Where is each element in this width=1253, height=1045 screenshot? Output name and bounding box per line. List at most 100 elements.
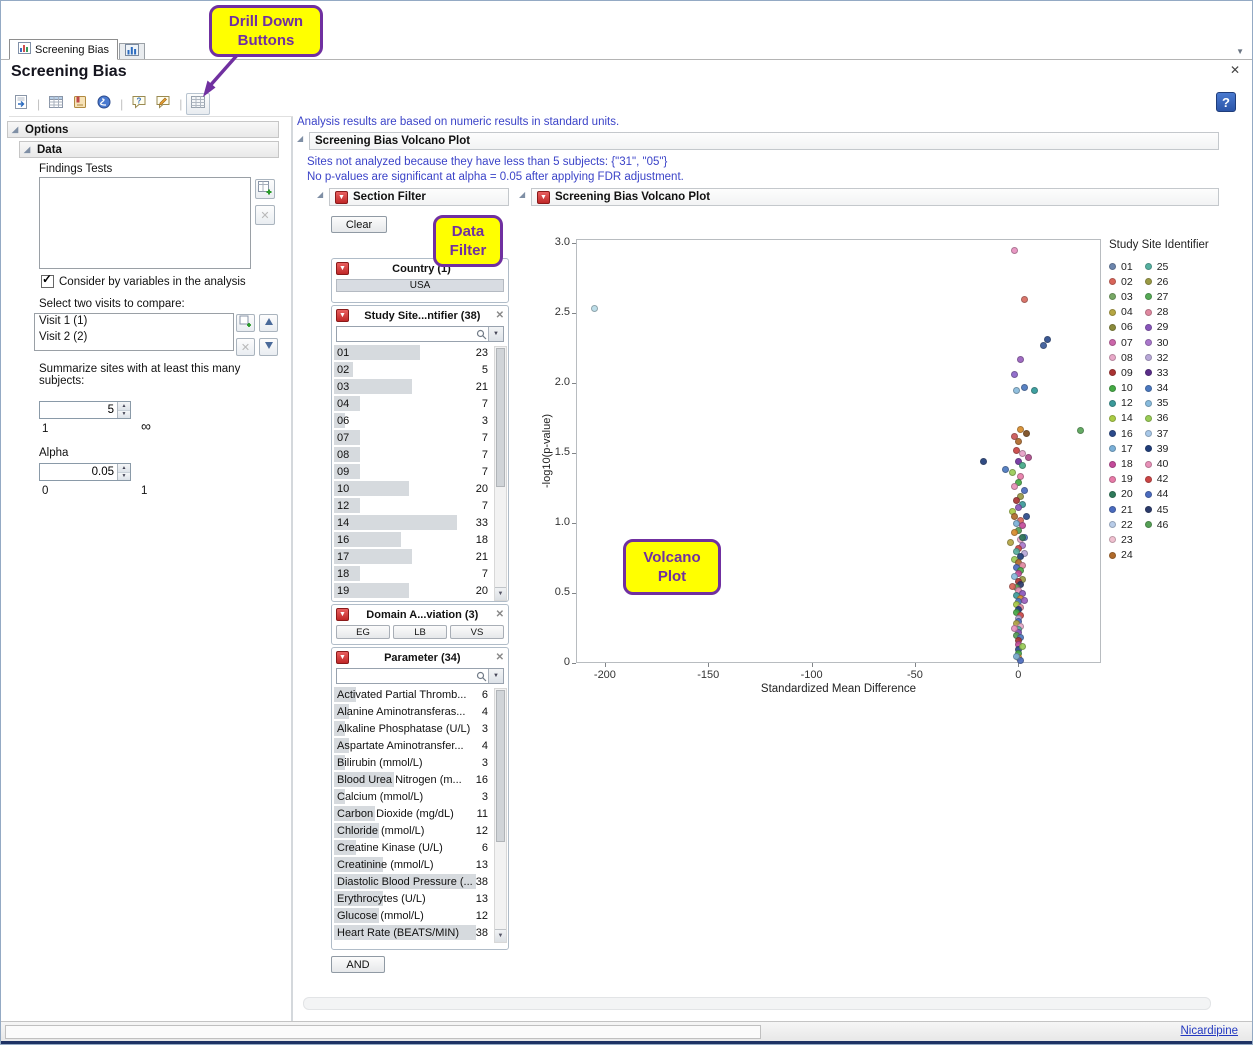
show-notes-button[interactable]: ? (127, 93, 151, 115)
filter-row[interactable]: 187 (333, 565, 507, 582)
legend-item[interactable]: 30 (1145, 335, 1169, 350)
filter-row[interactable]: Activated Partial Thromb...6 (333, 686, 507, 703)
filter-row[interactable]: 097 (333, 463, 507, 480)
filter-row[interactable]: 1721 (333, 548, 507, 565)
filter-row[interactable]: Diastolic Blood Pressure (...38 (333, 873, 507, 890)
disclosure-triangle-icon[interactable]: ◢ (12, 126, 18, 134)
red-triangle-menu-icon[interactable]: ▼ (336, 651, 349, 664)
close-filter-icon[interactable]: ✕ (496, 609, 504, 620)
scatter-point[interactable] (1011, 371, 1018, 378)
red-triangle-menu-icon[interactable]: ▼ (336, 608, 349, 621)
filter-row[interactable]: 0321 (333, 378, 507, 395)
filter-row[interactable]: Blood Urea Nitrogen (m...16 (333, 771, 507, 788)
legend-item[interactable]: 28 (1145, 305, 1169, 320)
filter-row[interactable]: Calcium (mmol/L)3 (333, 788, 507, 805)
legend-item[interactable]: 36 (1145, 411, 1169, 426)
legend-item[interactable]: 08 (1109, 350, 1133, 365)
disclosure-triangle-icon[interactable]: ◢ (297, 135, 303, 143)
legend-item[interactable]: 09 (1109, 365, 1133, 380)
help-button[interactable]: ? (1216, 92, 1236, 112)
filter-row[interactable]: 087 (333, 446, 507, 463)
filter-row[interactable]: 047 (333, 395, 507, 412)
filter-row[interactable]: 1920 (333, 582, 507, 599)
parameter-search-input[interactable] (337, 670, 474, 682)
legend-item[interactable]: 33 (1145, 365, 1169, 380)
clear-filter-button[interactable]: Clear (331, 216, 387, 233)
remove-visit-button[interactable]: ✕ (236, 338, 255, 356)
red-triangle-menu-icon[interactable]: ▼ (537, 191, 550, 204)
legend-item[interactable]: 42 (1145, 472, 1169, 487)
search-dropdown-icon[interactable]: ▼ (488, 327, 503, 341)
legend-item[interactable]: 24 (1109, 548, 1133, 563)
step-down-icon[interactable]: ▼ (118, 411, 130, 419)
close-icon[interactable]: ✕ (1230, 63, 1240, 77)
move-up-button[interactable] (259, 314, 278, 332)
red-triangle-menu-icon[interactable]: ▼ (336, 309, 349, 322)
parameter-list-scrollbar[interactable]: ▼ (494, 688, 507, 943)
legend-item[interactable]: 20 (1109, 487, 1133, 502)
scatter-point[interactable] (1013, 387, 1020, 394)
search-dropdown-icon[interactable]: ▼ (488, 669, 503, 683)
scatter-point[interactable] (1013, 653, 1020, 660)
legend-item[interactable]: 35 (1145, 396, 1169, 411)
script-button[interactable] (92, 93, 116, 115)
filter-row[interactable]: 077 (333, 429, 507, 446)
filter-row[interactable]: Glucose (mmol/L)12 (333, 907, 507, 924)
disclosure-triangle-icon[interactable]: ◢ (24, 146, 30, 154)
legend-item[interactable]: 44 (1145, 487, 1169, 502)
legend-item[interactable]: 17 (1109, 441, 1133, 456)
scroll-down-icon[interactable]: ▼ (495, 929, 506, 942)
filter-row[interactable]: Erythrocytes (U/L)13 (333, 890, 507, 907)
legend-item[interactable]: 21 (1109, 502, 1133, 517)
disclosure-triangle-icon[interactable]: ◢ (317, 191, 323, 199)
filter-row[interactable]: Alanine Aminotransferas...4 (333, 703, 507, 720)
scatter-point[interactable] (1031, 387, 1038, 394)
panel-menu-caret-icon[interactable]: ▼ (1236, 47, 1244, 56)
scatter-point[interactable] (1025, 454, 1032, 461)
scatter-point[interactable] (1011, 247, 1018, 254)
legend-item[interactable]: 25 (1145, 259, 1169, 274)
filter-row[interactable]: Aspartate Aminotransfer...4 (333, 737, 507, 754)
filter-row[interactable]: 127 (333, 497, 507, 514)
journal-button[interactable] (68, 93, 92, 115)
legend-item[interactable]: 10 (1109, 381, 1133, 396)
legend-item[interactable]: 37 (1145, 426, 1169, 441)
domain-value-button[interactable]: LB (393, 625, 447, 639)
legend-item[interactable]: 16 (1109, 426, 1133, 441)
new-window-button[interactable] (9, 93, 33, 115)
scatter-point[interactable] (1021, 597, 1028, 604)
findings-tests-listbox[interactable] (39, 177, 251, 269)
visit-item[interactable]: Visit 2 (2) (35, 330, 233, 346)
step-down-icon[interactable]: ▼ (118, 473, 130, 481)
legend-item[interactable]: 18 (1109, 456, 1133, 471)
legend-item[interactable]: 39 (1145, 441, 1169, 456)
legend-item[interactable]: 14 (1109, 411, 1133, 426)
remove-findings-button[interactable]: ✕ (255, 205, 275, 225)
filter-row[interactable]: Creatinine (mmol/L)13 (333, 856, 507, 873)
filter-row[interactable]: 1618 (333, 531, 507, 548)
legend-item[interactable]: 19 (1109, 472, 1133, 487)
legend-item[interactable]: 23 (1109, 532, 1133, 547)
legend-item[interactable]: 46 (1145, 517, 1169, 532)
scatter-point[interactable] (1019, 643, 1026, 650)
data-table-button[interactable] (44, 93, 68, 115)
tab-chart[interactable] (119, 43, 145, 59)
site-list-scrollbar[interactable]: ▼ (494, 346, 507, 601)
legend-item[interactable]: 12 (1109, 396, 1133, 411)
visits-listbox[interactable]: Visit 1 (1)Visit 2 (2) (34, 313, 234, 351)
disclosure-triangle-icon[interactable]: ◢ (519, 191, 525, 199)
legend-item[interactable]: 07 (1109, 335, 1133, 350)
scatter-point[interactable] (1017, 356, 1024, 363)
and-filter-button[interactable]: AND (331, 956, 385, 973)
min-subjects-input[interactable] (40, 402, 117, 418)
legend-item[interactable]: 45 (1145, 502, 1169, 517)
legend-item[interactable]: 02 (1109, 274, 1133, 289)
red-triangle-menu-icon[interactable]: ▼ (336, 262, 349, 275)
scatter-point[interactable] (1015, 504, 1022, 511)
annotate-notes-button[interactable] (151, 93, 175, 115)
filter-row[interactable]: Heart Rate (BEATS/MIN)38 (333, 924, 507, 941)
scatter-point[interactable] (980, 458, 987, 465)
consider-by-variables-checkbox[interactable]: ✓ (41, 275, 54, 288)
tab-screening-bias[interactable]: Screening Bias (9, 39, 118, 60)
domain-value-button[interactable]: EG (336, 625, 390, 639)
